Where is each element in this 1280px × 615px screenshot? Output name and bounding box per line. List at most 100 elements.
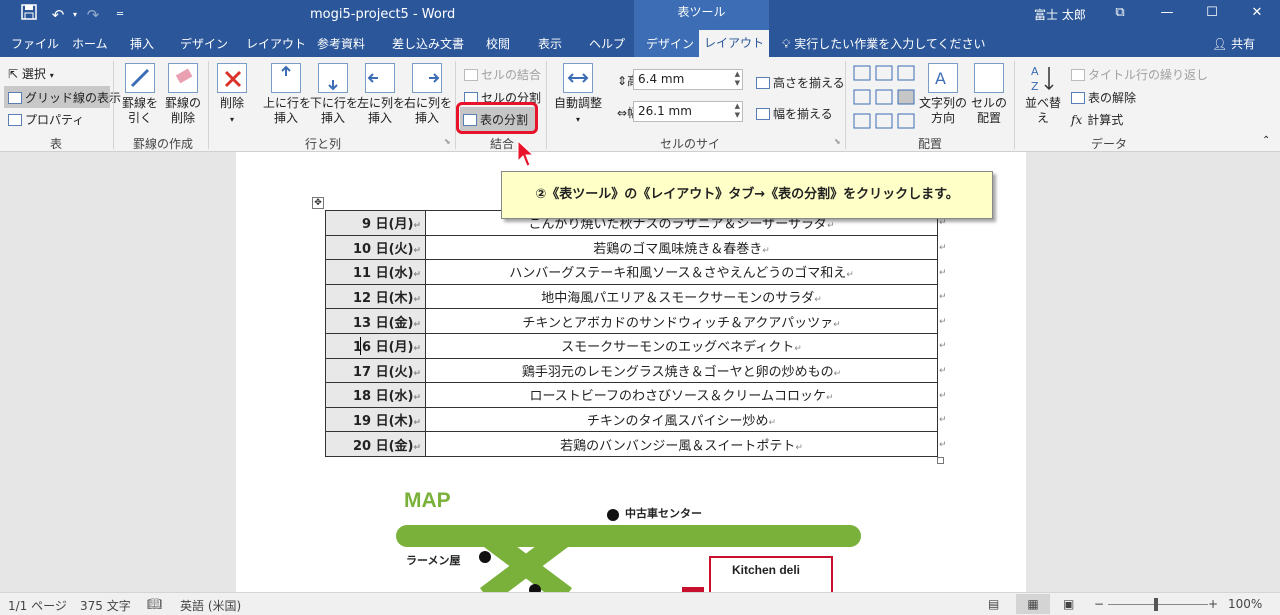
column-width-input[interactable]: 26.1 mm ▲ ▼ bbox=[633, 101, 743, 122]
sort-button[interactable]: A Z 並べ替え bbox=[1020, 63, 1066, 126]
dish-cell[interactable]: ハンバーグステーキ和風ソース＆さやえんどうのゴマ和え↵ bbox=[425, 259, 938, 285]
day-text: 13 日(金) bbox=[352, 315, 414, 331]
insert-above-button[interactable]: 上に行を 挿入 bbox=[263, 63, 311, 126]
day-cell[interactable]: 10 日(火)↵ bbox=[325, 234, 426, 261]
distribute-rows-button[interactable]: 高さを揃える bbox=[756, 74, 845, 91]
tab-home[interactable]: ホーム bbox=[72, 35, 108, 52]
tab-table-design[interactable]: デザイン bbox=[646, 35, 694, 52]
insert-below-button[interactable]: 下に行を 挿入 bbox=[310, 63, 358, 126]
view-gridlines-button[interactable]: グリッド線の表示 bbox=[4, 86, 121, 108]
tab-layout[interactable]: レイアウト bbox=[246, 35, 306, 52]
customize-qat-icon[interactable]: ═ bbox=[110, 4, 130, 26]
map-image[interactable]: MAP 中古車センター ラーメン屋 Kitchen deli bbox=[396, 486, 866, 592]
zoom-slider-thumb[interactable] bbox=[1154, 598, 1158, 611]
maximize-icon[interactable]: ☐ bbox=[1197, 3, 1227, 23]
dish-text: スモークサーモンのエッグベネディクト bbox=[561, 340, 795, 356]
day-cell[interactable]: 12 日(木)↵ bbox=[325, 283, 426, 310]
spinner-arrows-icon[interactable]: ▲ ▼ bbox=[735, 70, 740, 88]
undo-icon[interactable]: ↶ bbox=[46, 4, 70, 26]
delete-button[interactable]: 削除 ▾ bbox=[212, 63, 252, 127]
day-text: 11 日(水) bbox=[352, 266, 414, 282]
dish-cell[interactable]: 若鶏のバンバンジー風＆スイートポテト↵ bbox=[425, 431, 938, 457]
menu-table[interactable]: 9 日(月)↵ こんがり焼いた秋ナスのラザニア＆シーザーサラダ↵ 10 日(火)↵… bbox=[325, 210, 938, 457]
insert-left-button[interactable]: 左に列を 挿入 bbox=[357, 63, 405, 126]
autofit-button[interactable]: 自動調整 ▾ bbox=[552, 63, 604, 127]
svg-text:Z: Z bbox=[1031, 80, 1039, 93]
properties-button[interactable]: プロパティ bbox=[8, 111, 84, 128]
day-cell[interactable]: 20 日(金)↵ bbox=[325, 431, 426, 457]
day-text: 16 日(月) bbox=[352, 340, 414, 356]
tab-file[interactable]: ファイル bbox=[11, 35, 59, 52]
formula-button[interactable]: fx 計算式 bbox=[1071, 111, 1123, 128]
user-name[interactable]: 富士 太郎 bbox=[1034, 6, 1086, 23]
dish-cell[interactable]: チキンとアボカドのサンドウィッチ＆アクアパッツァ↵ bbox=[425, 308, 938, 334]
zoom-level[interactable]: 100% bbox=[1228, 597, 1262, 611]
redo-icon[interactable]: ↷ bbox=[82, 4, 104, 26]
dish-cell[interactable]: スモークサーモンのエッグベネディクト↵ bbox=[425, 332, 938, 359]
read-mode-icon[interactable]: ▤ bbox=[988, 597, 999, 611]
tab-table-layout[interactable]: レイアウト bbox=[699, 30, 769, 57]
day-cell[interactable]: 18 日(水)↵ bbox=[325, 382, 426, 408]
tab-help[interactable]: ヘルプ bbox=[589, 35, 625, 52]
table-resize-handle[interactable] bbox=[937, 457, 944, 464]
convert-to-text-button[interactable]: 表の解除 bbox=[1071, 89, 1136, 106]
dish-cell[interactable]: 鶏手羽元のレモングラス焼き＆ゴーヤと卵の炒めもの↵ bbox=[425, 357, 938, 384]
language-indicator[interactable]: 英語 (米国) bbox=[180, 597, 241, 614]
day-cell[interactable]: 13 日(金)↵ bbox=[325, 308, 426, 334]
row-end-mark: ↵ bbox=[939, 415, 947, 425]
tab-review[interactable]: 校閲 bbox=[486, 35, 510, 52]
tell-me-text: 実行したい作業を入力してください bbox=[794, 37, 986, 51]
table-row: 19 日(木)↵ チキンのタイ風スパイシー炒め↵ bbox=[325, 406, 938, 433]
distribute-cols-label: 幅を揃える bbox=[773, 107, 833, 121]
undo-dropdown-icon[interactable]: ▾ bbox=[70, 4, 80, 26]
day-cell[interactable]: 19 日(木)↵ bbox=[325, 406, 426, 433]
minimize-icon[interactable]: — bbox=[1152, 3, 1182, 23]
dish-cell[interactable]: 若鶏のゴマ風味焼き＆春巻き↵ bbox=[425, 234, 938, 261]
ribbon-display-icon[interactable]: ⧉ bbox=[1105, 3, 1135, 23]
row-end-mark: ↵ bbox=[939, 218, 947, 228]
table-move-handle-icon[interactable]: ✥ bbox=[312, 197, 324, 209]
dialog-launcher-icon[interactable]: ⬊ bbox=[444, 137, 451, 146]
dish-cell[interactable]: 地中海風パエリア＆スモークサーモンのサラダ↵ bbox=[425, 283, 938, 310]
tab-mailings[interactable]: 差し込み文書 bbox=[392, 35, 464, 52]
repeat-header-button[interactable]: タイトル行の繰り返し bbox=[1071, 66, 1208, 83]
day-cell[interactable]: 9 日(月)↵ bbox=[325, 210, 426, 236]
print-layout-icon[interactable]: ▦ bbox=[1016, 594, 1050, 614]
close-icon[interactable]: ✕ bbox=[1242, 3, 1272, 23]
distribute-cols-button[interactable]: 幅を揃える bbox=[756, 105, 833, 122]
collapse-ribbon-icon[interactable]: ⌃ bbox=[1262, 135, 1270, 146]
tab-design[interactable]: デザイン bbox=[180, 35, 228, 52]
zoom-in-icon[interactable]: + bbox=[1208, 597, 1218, 611]
cell-margins-button[interactable]: セルの 配置 bbox=[970, 63, 1008, 126]
tab-insert[interactable]: 挿入 bbox=[130, 35, 154, 52]
day-cell[interactable]: 11 日(水)↵ bbox=[325, 259, 426, 285]
table-row: 13 日(金)↵ チキンとアボカドのサンドウィッチ＆アクアパッツァ↵ bbox=[325, 308, 938, 334]
web-layout-icon[interactable]: ▣ bbox=[1063, 597, 1074, 611]
tell-me-search[interactable]: 💡︎ 実行したい作業を入力してください bbox=[782, 35, 986, 52]
day-cell[interactable]: 17 日(火)↵ bbox=[325, 357, 426, 384]
fx-icon: fx bbox=[1071, 113, 1083, 127]
eraser-button[interactable]: 罫線の 削除 bbox=[161, 63, 205, 126]
proofing-icon[interactable]: 📖︎ bbox=[147, 597, 162, 611]
word-count[interactable]: 375 文字 bbox=[80, 597, 131, 614]
dish-cell[interactable]: チキンのタイ風スパイシー炒め↵ bbox=[425, 406, 938, 433]
insert-right-button[interactable]: 右に列を 挿入 bbox=[404, 63, 452, 126]
dish-cell[interactable]: ローストビーフのわさびソース＆クリームコロッケ↵ bbox=[425, 382, 938, 408]
zoom-slider-track[interactable] bbox=[1108, 604, 1208, 605]
draw-table-button[interactable]: 罫線を 引く bbox=[118, 63, 162, 126]
text-direction-button[interactable]: A 文字列の 方向 bbox=[916, 63, 970, 126]
select-button[interactable]: ⇱ 選択 ▾ bbox=[8, 65, 54, 82]
alignment-buttons-icon[interactable] bbox=[853, 65, 917, 131]
zoom-out-icon[interactable]: − bbox=[1094, 597, 1104, 611]
page-count[interactable]: 1/1 ページ bbox=[8, 597, 67, 614]
day-cell[interactable]: 16 日(月)↵ bbox=[325, 332, 426, 359]
tab-references[interactable]: 参考資料 bbox=[317, 35, 365, 52]
row-height-input[interactable]: 6.4 mm ▲ ▼ bbox=[633, 69, 743, 90]
merge-cells-button[interactable]: セルの結合 bbox=[464, 66, 541, 83]
properties-label: プロパティ bbox=[25, 113, 85, 127]
spinner-arrows-icon[interactable]: ▲ ▼ bbox=[735, 102, 740, 120]
dialog-launcher-icon[interactable]: ⬊ bbox=[834, 137, 841, 146]
share-button[interactable]: 👤︎ 共有 bbox=[1212, 35, 1255, 52]
tab-view[interactable]: 表示 bbox=[538, 35, 562, 52]
save-icon[interactable] bbox=[14, 4, 44, 26]
